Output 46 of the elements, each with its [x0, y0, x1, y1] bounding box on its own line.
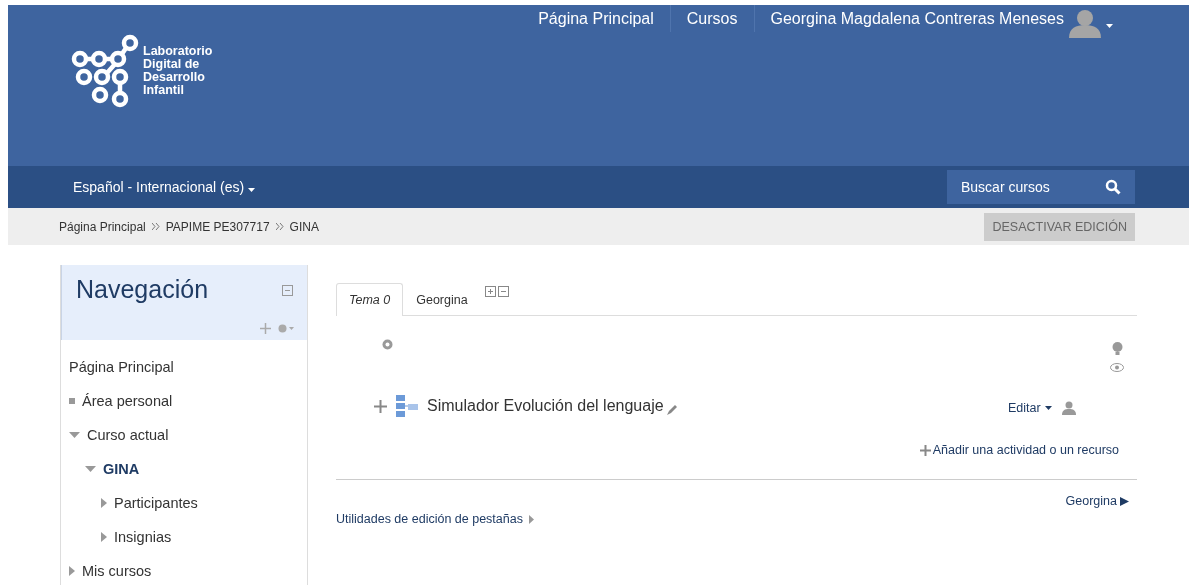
nav-item[interactable]: Curso actual — [87, 427, 169, 443]
expand-icon[interactable] — [484, 286, 496, 297]
edit-mode-button[interactable]: DESACTIVAR EDICIÓN — [984, 212, 1135, 241]
eye-icon[interactable] — [1110, 363, 1124, 372]
move-icon[interactable] — [374, 399, 387, 413]
section-tab[interactable]: Tema 0 — [336, 283, 404, 316]
nav-item[interactable]: Mis cursos — [82, 563, 152, 579]
bullet-icon — [69, 398, 75, 404]
edit-menu[interactable]: Editar — [1008, 401, 1041, 415]
diagram-icon — [395, 394, 419, 418]
search-icon — [1105, 179, 1121, 195]
top-nav-link[interactable]: Cursos — [670, 5, 755, 32]
language-menu[interactable]: Español - Internacional (es) — [73, 179, 245, 195]
pencil-icon[interactable] — [665, 404, 678, 416]
nav-item[interactable]: Participantes — [114, 495, 198, 511]
separator-icon — [151, 223, 160, 230]
nav-item[interactable]: Área personal — [82, 393, 173, 409]
avatar-icon — [1068, 10, 1102, 38]
caret-icon — [1106, 24, 1113, 28]
top-nav-link[interactable]: Página Principal — [522, 5, 671, 32]
next-section-link[interactable]: Georgina — [1065, 494, 1117, 508]
block-title: Navegación — [76, 275, 209, 304]
section-tab[interactable]: Georgina — [403, 283, 481, 316]
lightbulb-icon[interactable] — [1112, 342, 1123, 356]
collapse-icon[interactable] — [282, 285, 293, 296]
tab-utilities-link[interactable]: Utilidades de edición de pestañas — [336, 512, 523, 526]
nav-item[interactable]: Insignias — [114, 529, 172, 545]
breadcrumb-link[interactable]: PAPIME PE307717 — [165, 219, 270, 234]
collapsed-arrow-icon — [528, 514, 534, 524]
activity-link[interactable]: Simulador Evolución del lenguaje — [427, 397, 664, 415]
collapse-icon[interactable] — [497, 286, 509, 297]
right-arrow-icon — [1120, 496, 1129, 506]
person-icon[interactable] — [1061, 401, 1076, 415]
caret-icon — [248, 188, 256, 192]
breadcrumb-link[interactable]: GINA — [289, 219, 319, 234]
search-courses-button[interactable]: Buscar cursos — [947, 170, 1135, 204]
caret-icon — [1044, 406, 1052, 410]
nav-item[interactable]: Página Principal — [69, 359, 174, 375]
user-name[interactable]: Georgina Magdalena Contreras Meneses — [770, 10, 1064, 28]
move-icon[interactable] — [260, 323, 271, 334]
add-activity-link[interactable]: Añadir una actividad o un recurso — [932, 443, 1119, 457]
breadcrumb-link[interactable]: Página Principal — [59, 219, 146, 234]
plus-icon — [919, 444, 931, 456]
logo-text: Laboratorio Digital de Desarrollo Infantil — [143, 45, 213, 97]
separator-icon — [275, 223, 284, 230]
nav-item[interactable]: GINA — [103, 461, 140, 477]
